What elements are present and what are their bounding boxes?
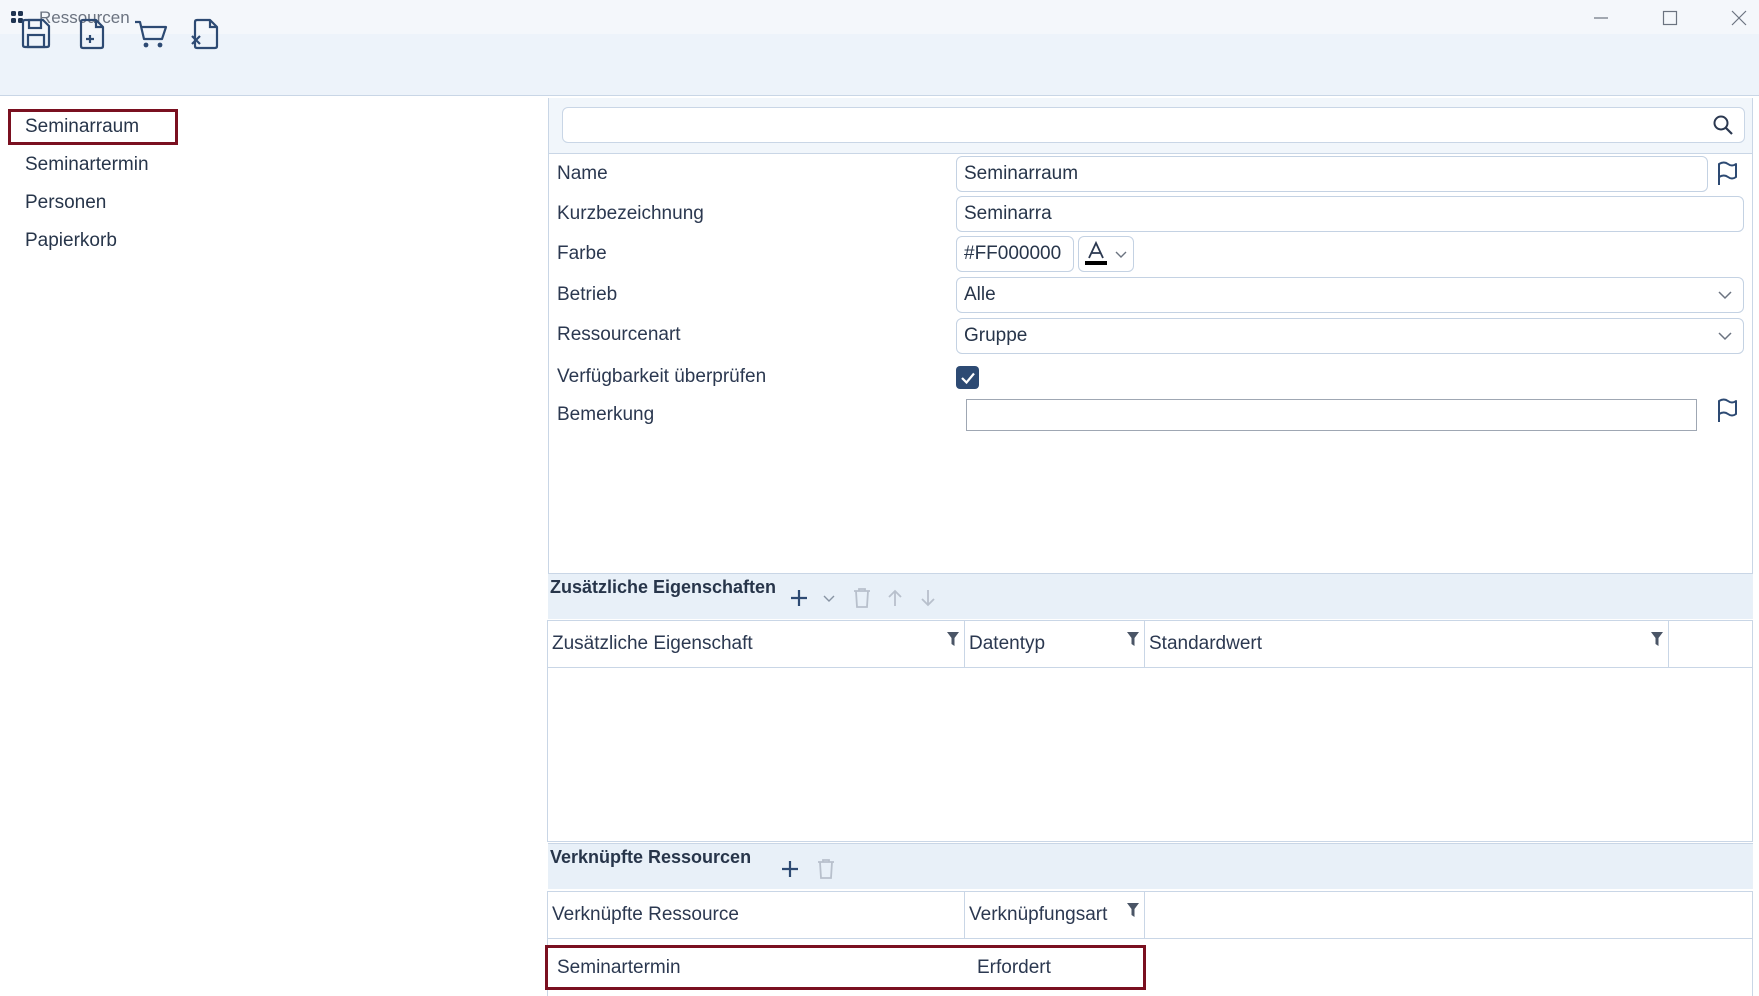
- linked-section-title: Verknüpfte Ressourcen: [550, 847, 752, 867]
- new-document-icon: [79, 18, 105, 50]
- add-linked-button[interactable]: [776, 855, 804, 883]
- arrow-up-icon: [888, 589, 902, 606]
- filter-icon[interactable]: [1126, 631, 1140, 647]
- filter-icon[interactable]: [1650, 631, 1664, 647]
- availability-label: Verfügbarkeit überprüfen: [557, 366, 767, 387]
- column-header-linked-resource[interactable]: Verknüpfte Ressource: [548, 892, 965, 938]
- nav-item-label: Seminartermin: [25, 154, 149, 175]
- move-down-button[interactable]: [914, 584, 942, 612]
- discard-document-icon: [191, 18, 219, 50]
- minimize-icon[interactable]: [1578, 4, 1624, 32]
- properties-grid: Zusätzliche Eigenschaft Datentyp Standar…: [547, 620, 1753, 842]
- availability-checkbox[interactable]: [956, 366, 979, 389]
- nav-item-label: Seminarraum: [25, 116, 140, 137]
- short-name-label: Kurzbezeichnung: [557, 203, 704, 224]
- cart-icon: [135, 20, 168, 48]
- trash-icon: [818, 859, 834, 879]
- plus-icon: [782, 861, 798, 877]
- nav-item-seminarraum[interactable]: Seminarraum: [8, 109, 178, 145]
- linked-resource-cell: Seminartermin: [557, 956, 681, 978]
- chevron-down-icon: [823, 595, 835, 602]
- color-label: Farbe: [557, 243, 607, 264]
- trash-icon: [854, 588, 870, 608]
- plus-icon: [791, 590, 807, 606]
- add-options-dropdown[interactable]: [815, 584, 843, 612]
- column-header-datatype[interactable]: Datentyp: [965, 621, 1145, 667]
- nav-item-label: Papierkorb: [25, 230, 117, 251]
- resource-type-select[interactable]: Gruppe: [956, 318, 1744, 354]
- remark-label: Bemerkung: [557, 404, 655, 425]
- company-select[interactable]: Alle: [956, 277, 1744, 313]
- nav-item-personen[interactable]: Personen: [8, 185, 178, 221]
- link-type-cell: Erfordert: [977, 956, 1051, 978]
- chevron-down-icon: [1716, 328, 1734, 344]
- color-field[interactable]: #FF000000: [956, 236, 1074, 272]
- filter-icon[interactable]: [1126, 902, 1140, 918]
- chevron-down-icon: [1115, 251, 1127, 258]
- nav-item-label: Personen: [25, 192, 107, 213]
- save-icon: [21, 18, 51, 49]
- arrow-down-icon: [921, 590, 935, 607]
- maximize-icon[interactable]: [1647, 4, 1693, 32]
- search-icon[interactable]: [1712, 114, 1734, 136]
- properties-section-title: Zusätzliche Eigenschaften: [550, 577, 777, 597]
- nav-item-seminartermin[interactable]: Seminartermin: [8, 147, 178, 183]
- close-icon[interactable]: [1716, 4, 1759, 32]
- new-document-button[interactable]: [72, 14, 112, 54]
- chevron-down-icon: [1716, 287, 1734, 303]
- save-button[interactable]: [16, 14, 56, 54]
- filter-icon[interactable]: [946, 631, 960, 647]
- short-name-field[interactable]: Seminarra: [956, 196, 1744, 232]
- column-header-link-type[interactable]: Verknüpfungsart: [965, 892, 1145, 938]
- color-picker-button[interactable]: [1078, 236, 1134, 272]
- resource-type-label: Ressourcenart: [557, 324, 681, 345]
- name-label: Name: [557, 163, 608, 184]
- delete-property-button[interactable]: [848, 584, 876, 612]
- add-property-button[interactable]: [785, 584, 813, 612]
- delete-linked-button[interactable]: [812, 855, 840, 883]
- company-label: Betrieb: [557, 284, 618, 305]
- toolbar: [0, 34, 1759, 96]
- move-up-button[interactable]: [881, 584, 909, 612]
- column-header-default-value[interactable]: Standardwert: [1145, 621, 1669, 667]
- title-bar: [0, 0, 1759, 34]
- table-row[interactable]: Seminartermin Erfordert: [545, 945, 1146, 990]
- checkmark-icon: [960, 372, 975, 384]
- discard-document-button[interactable]: [186, 14, 226, 54]
- text-color-icon: [1085, 240, 1107, 265]
- nav-item-papierkorb[interactable]: Papierkorb: [8, 223, 178, 259]
- cart-button[interactable]: [131, 14, 171, 54]
- flag-icon[interactable]: [1712, 159, 1742, 189]
- name-field[interactable]: Seminarraum: [956, 156, 1708, 192]
- flag-icon[interactable]: [1712, 396, 1742, 426]
- search-input[interactable]: [562, 107, 1745, 143]
- remark-field[interactable]: [966, 399, 1697, 431]
- column-header-property[interactable]: Zusätzliche Eigenschaft: [548, 621, 965, 667]
